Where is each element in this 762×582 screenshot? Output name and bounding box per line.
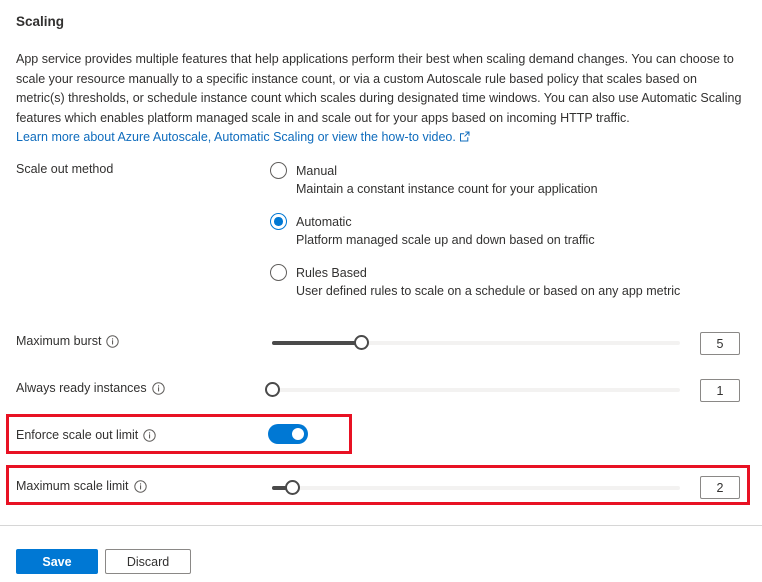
info-icon[interactable] [134,480,147,493]
page-title: Scaling [16,14,64,29]
maximum-scale-limit-label-text: Maximum scale limit [16,479,129,493]
radio-description-rules-based: User defined rules to scale on a schedul… [296,284,680,298]
maximum-burst-label-text: Maximum burst [16,334,101,348]
always-ready-instances-input[interactable]: 1 [700,379,740,402]
radio-label-automatic: Automatic [296,215,352,229]
enforce-scale-out-limit-label: Enforce scale out limit [16,428,156,442]
maximum-burst-slider[interactable] [272,333,680,353]
radio-mark-manual[interactable] [270,162,287,179]
radio-description-automatic: Platform managed scale up and down based… [296,233,680,247]
radio-label-manual: Manual [296,164,337,178]
enforce-scale-out-limit-label-text: Enforce scale out limit [16,428,138,442]
maximum-scale-limit-slider[interactable] [272,478,680,498]
always-ready-instances-slider[interactable] [272,380,680,400]
learn-more-link[interactable]: Learn more about Azure Autoscale, Automa… [16,130,456,144]
radio-row-automatic[interactable]: Automatic [270,213,680,230]
slider-fill [272,341,362,345]
maximum-burst-label: Maximum burst [16,334,119,348]
radio-mark-automatic[interactable] [270,213,287,230]
info-icon[interactable] [106,335,119,348]
discard-button[interactable]: Discard [105,549,191,574]
slider-track[interactable] [272,388,680,392]
footer-divider [0,525,762,526]
scaling-settings-page: Scaling App service provides multiple fe… [0,0,762,582]
external-link-icon [459,129,470,149]
description-text: App service provides multiple features t… [16,52,741,125]
scale-out-method-label: Scale out method [16,162,113,176]
slider-thumb[interactable] [285,480,300,495]
maximum-scale-limit-label: Maximum scale limit [16,479,147,493]
radio-option-automatic[interactable]: Automatic Platform managed scale up and … [270,213,680,247]
save-button[interactable]: Save [16,549,98,574]
scale-out-method-label-text: Scale out method [16,162,113,176]
toggle-knob [292,428,304,440]
radio-row-rules-based[interactable]: Rules Based [270,264,680,281]
radio-option-rules-based[interactable]: Rules Based User defined rules to scale … [270,264,680,298]
radio-description-manual: Maintain a constant instance count for y… [296,182,680,196]
scale-out-method-radio-group: Manual Maintain a constant instance coun… [270,162,680,298]
maximum-burst-input[interactable]: 5 [700,332,740,355]
section-description: App service provides multiple features t… [16,50,748,149]
radio-row-manual[interactable]: Manual [270,162,680,179]
maximum-scale-limit-input[interactable]: 2 [700,476,740,499]
always-ready-instances-label-text: Always ready instances [16,381,147,395]
radio-option-manual[interactable]: Manual Maintain a constant instance coun… [270,162,680,196]
radio-mark-rules-based[interactable] [270,264,287,281]
radio-label-rules-based: Rules Based [296,266,367,280]
info-icon[interactable] [143,429,156,442]
slider-thumb[interactable] [354,335,369,350]
slider-thumb[interactable] [265,382,280,397]
slider-track[interactable] [272,486,680,490]
info-icon[interactable] [152,382,165,395]
always-ready-instances-label: Always ready instances [16,381,165,395]
enforce-scale-out-limit-toggle[interactable] [268,424,308,444]
